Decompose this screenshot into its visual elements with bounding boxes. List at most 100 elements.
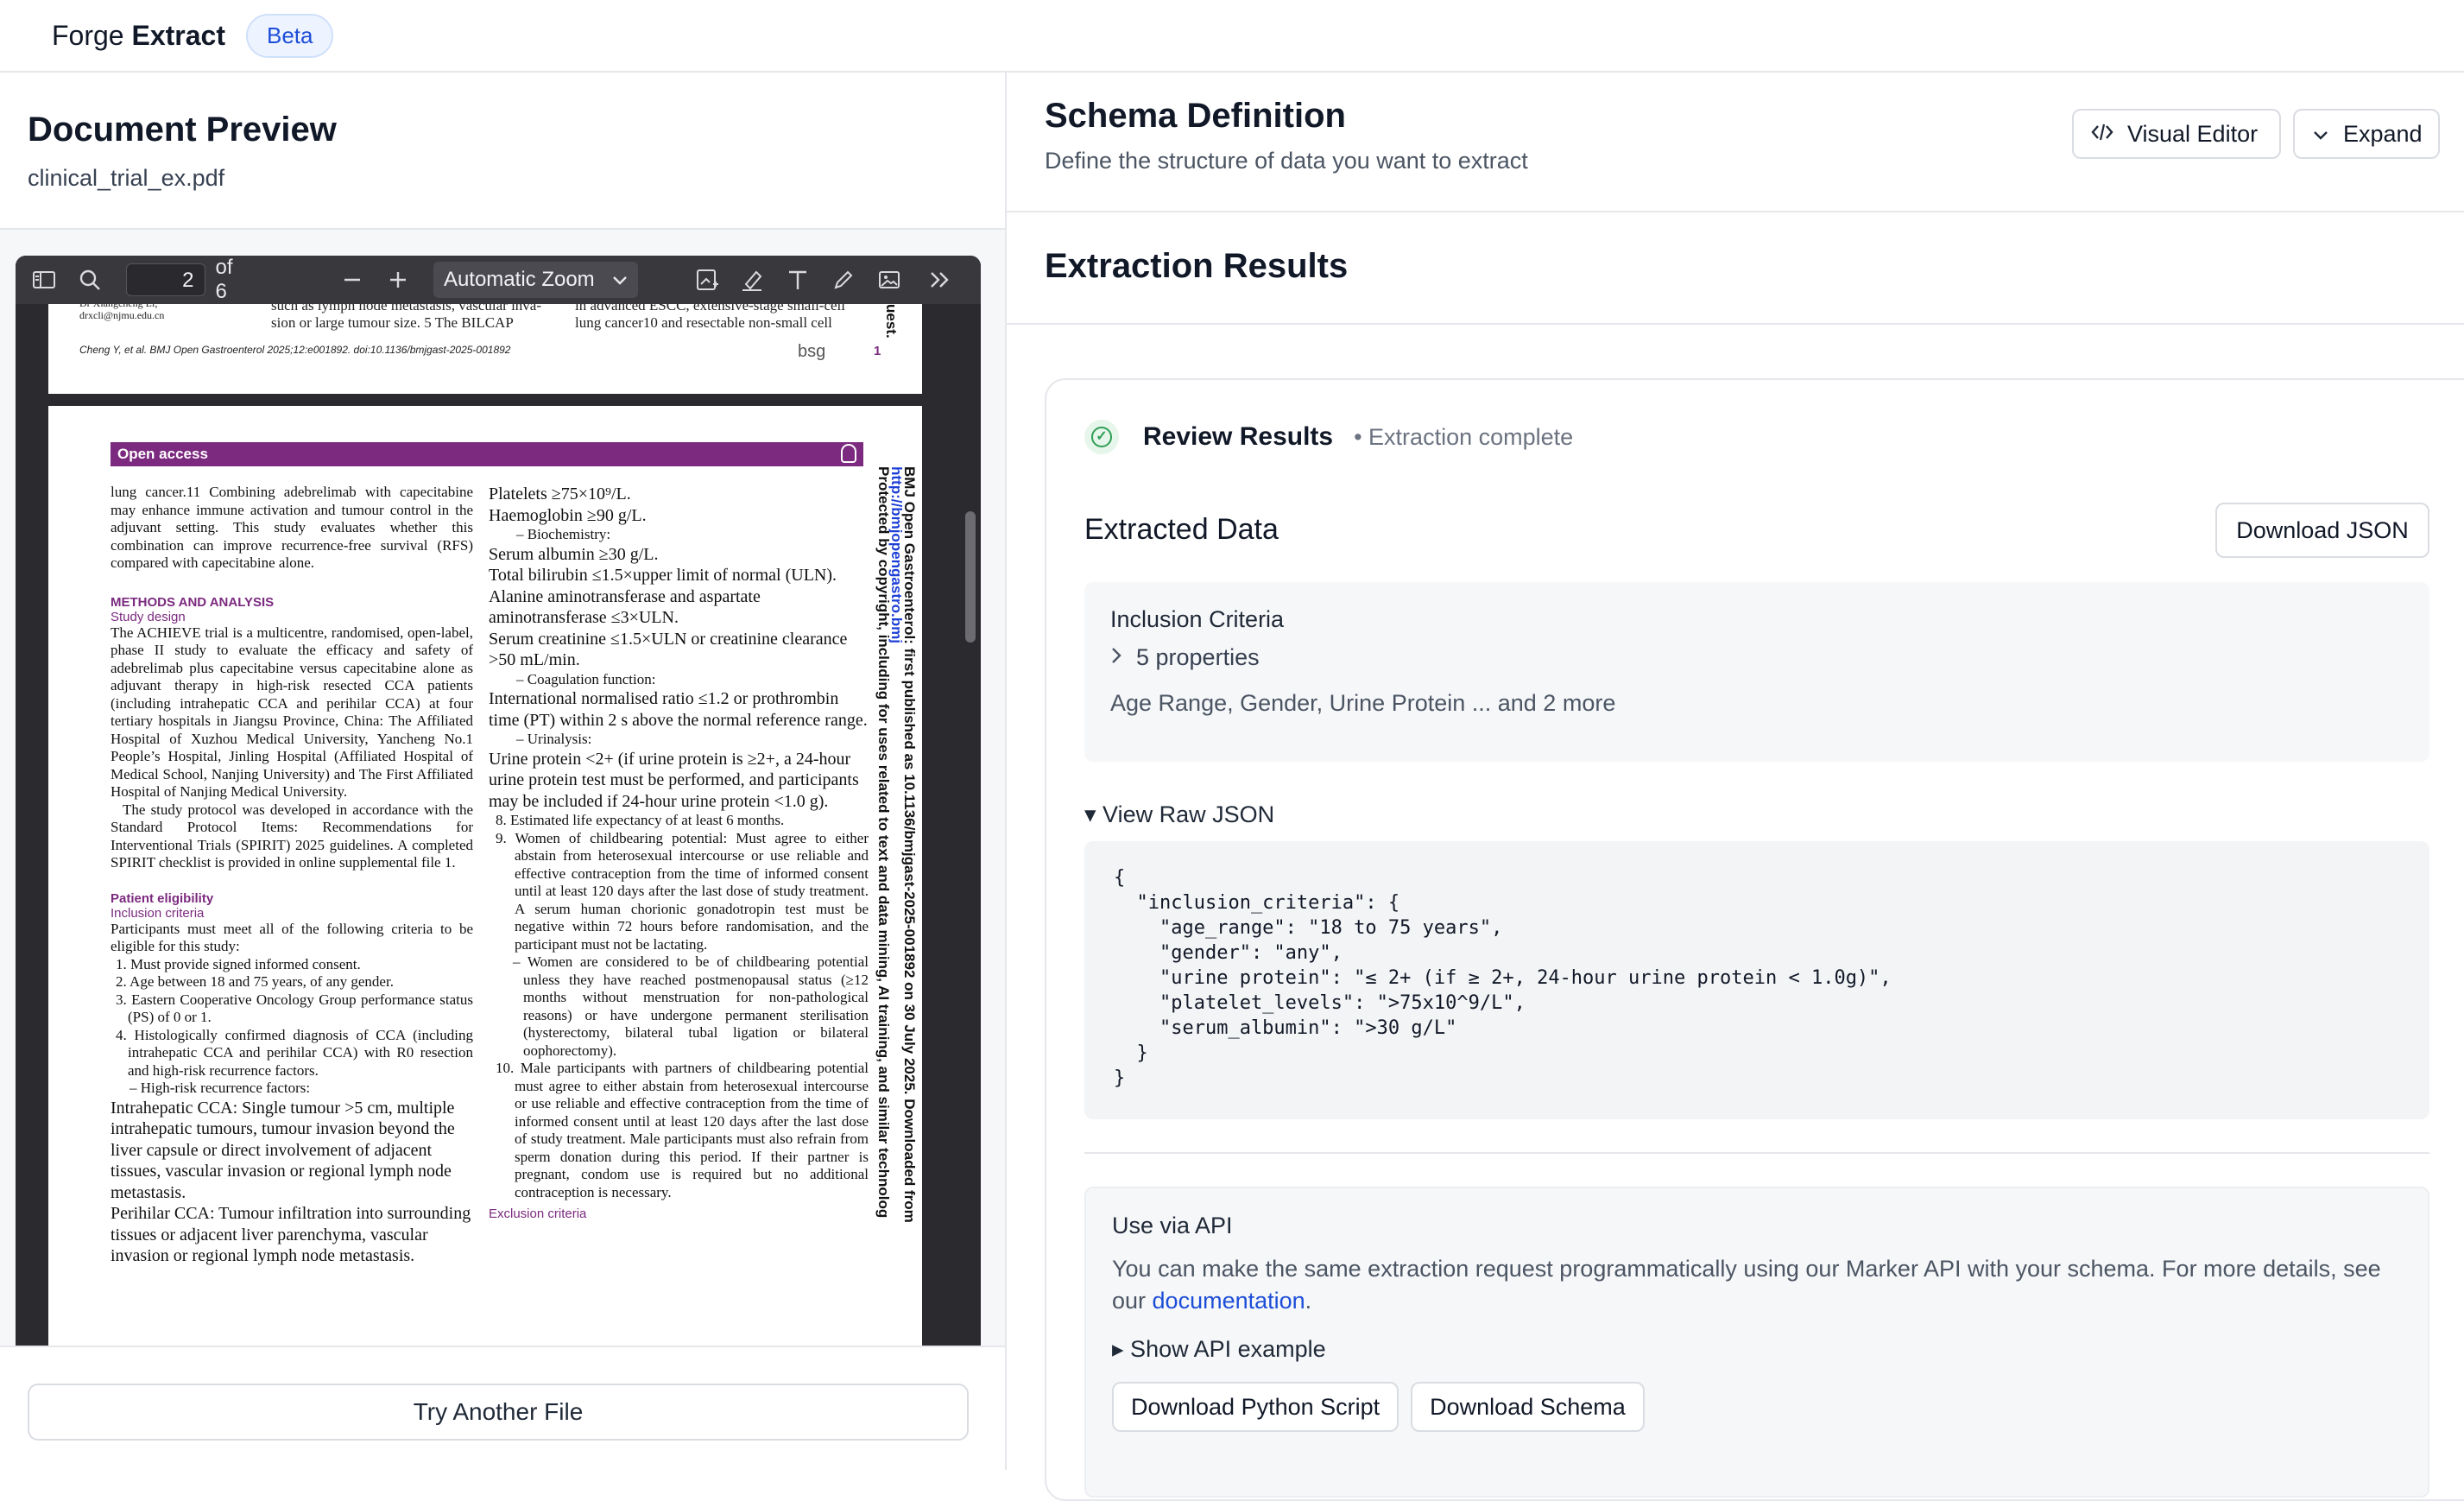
highlight-icon[interactable] [736,263,769,297]
check-circle-icon: ✓ [1084,420,1119,454]
exclusion-heading: Exclusion criteria [489,1206,587,1221]
lab-values-1: Platelets ≥75×10⁹/L. Haemoglobin ≥90 g/L… [489,484,647,525]
document-filename: clinical_trial_ex.pdf [28,165,225,191]
biochem-label: – Biochemistry: [516,526,611,542]
try-another-file-button[interactable]: Try Another File [28,1384,969,1441]
page-total: of 6 [215,256,233,303]
perihilar-criteria: Perihilar CCA: Tumour infiltration into … [111,1204,471,1265]
zoom-in-icon[interactable] [381,263,414,297]
review-results-card: ✓ Review Results • Extraction complete E… [1045,378,2464,1501]
review-results-title: Review Results [1143,422,1334,451]
page1-text-mid: such as lymph node metastasis, vascular … [271,304,542,331]
urinalysis-label: – Urinalysis: [516,731,592,747]
inclusion-intro: Participants must meet all of the follow… [111,920,473,955]
zoom-select[interactable]: Automatic Zoom [433,262,639,298]
criteria-item: 8. Estimated life expectancy of at least… [496,812,785,828]
pdf-page-1: Dr Xiangcheng Li; drxcli@njmu.edu.cn suc… [48,304,922,394]
extraction-results-header: Extraction Results [1007,212,2464,325]
pdf-side-notice: BMJ Open Gastroenterol: first published … [875,466,918,1223]
pdf-scrollbar[interactable] [965,511,976,643]
code-icon [2091,121,2113,148]
top-bar: Forge Extract Beta [0,0,2464,73]
inclusion-criteria-field: Inclusion Criteria 5 properties Age Rang… [1084,582,2429,762]
schema-definition-section: Schema Definition Define the structure o… [1007,73,2464,212]
page1-number: 1 [874,344,881,358]
pdf-column-1: lung cancer.11 Combining adebrelimab wit… [111,484,473,1267]
beta-badge: Beta [245,13,334,58]
api-title: Use via API [1112,1213,1233,1238]
page1-footer: Cheng Y, et al. BMJ Open Gastroenterol 2… [79,344,511,356]
inclusion-heading: Inclusion criteria [111,905,205,921]
criteria-item: 10. Male participants with partners of c… [496,1060,869,1200]
pdf-column-2: Platelets ≥75×10⁹/L. Haemoglobin ≥90 g/L… [489,484,869,1221]
high-risk-label: – High-risk recurrence factors: [130,1080,311,1096]
open-lock-icon [841,444,856,463]
schema-results-panel: Schema Definition Define the structure o… [1007,73,2464,1501]
zoom-out-icon[interactable] [335,263,369,297]
visual-editor-label: Visual Editor [2127,120,2259,147]
intro-paragraph: lung cancer.11 Combining adebrelimab wit… [111,484,473,571]
chevron-down-icon [2312,121,2329,148]
zoom-select-value: Automatic Zoom [443,268,595,291]
open-access-banner: Open access [111,442,863,466]
view-raw-json-toggle[interactable]: ▾ View Raw JSON [1084,801,1274,828]
eligibility-heading: Patient eligibility [111,890,214,906]
methods-heading: METHODS AND ANALYSIS [111,594,275,610]
inclusion-criteria-title: Inclusion Criteria [1110,606,1285,632]
inclusion-item: 3. Eastern Cooperative Oncology Group pe… [116,991,473,1026]
api-usage-section: Use via API You can make the same extrac… [1084,1187,2429,1498]
review-results-row: ✓ Review Results • Extraction complete [1084,420,1573,454]
inclusion-item: 2. Age between 18 and 75 years, of any g… [116,973,394,990]
intrahepatic-criteria: Intrahepatic CCA: Single tumour >5 cm, m… [111,1098,455,1202]
page1-text-right: in advanced ESCC, extensive-stage small-… [575,304,845,331]
search-icon[interactable] [73,263,107,297]
more-tools-icon[interactable] [923,263,957,297]
expand-label: Expand [2343,120,2423,147]
properties-toggle[interactable]: 5 properties [1110,643,2404,671]
lab-values-3: International normalised ratio ≤1.2 or p… [489,689,868,730]
properties-summary: Age Range, Gender, Urine Protein ... and… [1110,690,1616,716]
pdf-page-2: Open access lung cancer.11 Combining ade… [48,406,922,1392]
document-preview-panel: Document Preview clinical_trial_ex.pdf 2… [0,73,1007,1470]
study-design-paragraph: The ACHIEVE trial is a multicentre, rand… [111,624,473,801]
chevron-right-icon [1110,643,1122,671]
criteria-item: 9. Women of childbearing potential: Must… [496,829,869,953]
pdf-toolbar: 2 of 6 Automatic Zoom [16,256,981,304]
bsg-logo: bsg [798,342,826,361]
text-icon[interactable] [781,263,815,297]
visual-editor-button[interactable]: Visual Editor [2072,109,2281,159]
section-divider [1084,1152,2429,1154]
study-design-heading: Study design [111,609,186,624]
extraction-status: • Extraction complete [1354,423,1574,450]
coag-label: – Coagulation function: [516,670,656,687]
api-description: You can make the same extraction request… [1112,1256,2381,1314]
page-number-input[interactable]: 2 [125,263,205,296]
criteria-item: – Women are considered to be of childbea… [513,953,869,1059]
pdf-viewer[interactable]: 2 of 6 Automatic Zoom drxcli@njmu.edu.cn… [16,256,981,1392]
document-preview-header: Document Preview clinical_trial_ex.pdf [0,73,1005,230]
sidebar-toggle-icon[interactable] [28,263,61,297]
download-schema-button[interactable]: Download Schema [1411,1382,1645,1432]
draw-icon[interactable] [827,263,861,297]
documentation-link[interactable]: documentation [1153,1288,1305,1314]
raw-json-code: { "inclusion_criteria": { "age_range": "… [1084,841,2429,1119]
brand-logo[interactable]: Forge Extract [52,20,225,52]
pdf-canvas[interactable]: Dr Xiangcheng Li; drxcli@njmu.edu.cn suc… [16,304,981,1392]
download-python-script-button[interactable]: Download Python Script [1112,1382,1399,1432]
show-api-example-toggle[interactable]: ▸ Show API example [1112,1336,2402,1363]
study-protocol-paragraph: The study protocol was developed in acco… [111,801,473,871]
inclusion-item: 4. Histologically confirmed diagnosis of… [116,1026,473,1079]
inclusion-item: 1. Must provide signed informed consent. [116,955,361,972]
document-preview-title: Document Preview [28,111,337,149]
add-image-icon[interactable] [690,263,723,297]
image-icon[interactable] [872,263,906,297]
extracted-data-title: Extracted Data [1084,513,1279,546]
api-download-buttons: Download Python Script Download Schema [1112,1382,2402,1432]
left-footer: Try Another File [0,1346,1005,1470]
page1-contact: Dr Xiangcheng Li; drxcli@njmu.edu.cn [79,304,165,321]
lab-values-2: Serum albumin ≥30 g/L. Total bilirubin ≤… [489,544,848,670]
lab-values-4: Urine protein <2+ (if urine protein is ≥… [489,749,859,811]
properties-count: 5 properties [1136,643,1260,670]
download-json-button[interactable]: Download JSON [2215,503,2429,558]
expand-button[interactable]: Expand [2293,109,2440,159]
